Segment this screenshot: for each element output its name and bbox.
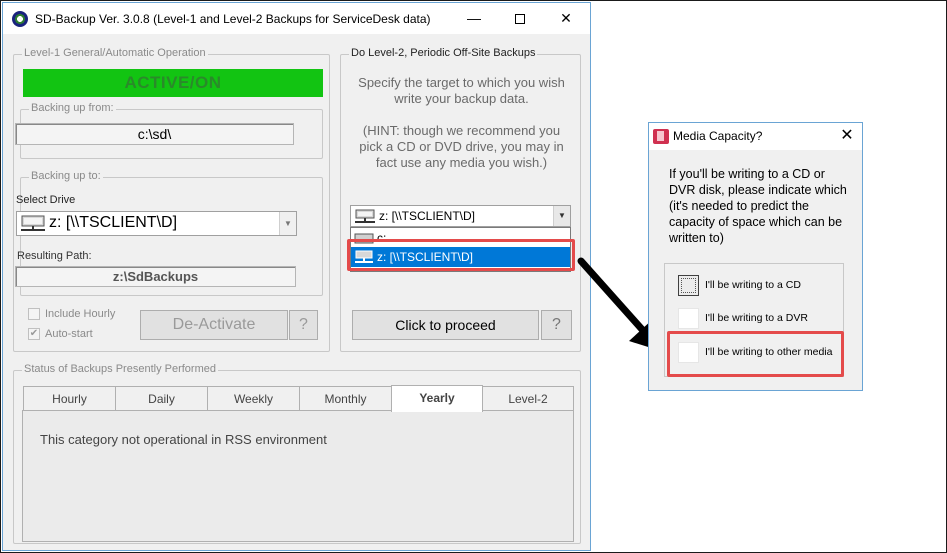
minimize-button[interactable]: — — [451, 3, 497, 34]
level2-hint: (HINT: though we recommend you pick a CD… — [359, 123, 564, 170]
annotation-highlight-box — [347, 239, 575, 271]
title-bar[interactable]: SD-Backup Ver. 3.0.8 (Level-1 and Level-… — [3, 3, 590, 34]
dialog-instructions: If you'll be writing to a CD or DVR disk… — [669, 167, 847, 245]
level1-group-label: Level-1 General/Automatic Operation — [22, 47, 208, 59]
screenshot-frame: SD-Backup Ver. 3.0.8 (Level-1 and Level-… — [0, 0, 947, 553]
proceed-button[interactable]: Click to proceed — [352, 310, 539, 340]
maximize-button[interactable] — [497, 3, 543, 34]
level2-drive-select[interactable]: z: [\\TSCLIENT\D] ▼ — [350, 205, 571, 227]
status-message: This category not operational in RSS env… — [40, 432, 327, 447]
selected-drive-value: z: [\\TSCLIENT\D] — [49, 214, 178, 231]
deactivate-button[interactable]: De-Activate — [140, 310, 288, 340]
select-drive-label: Select Drive — [16, 194, 76, 206]
status-group-label: Status of Backups Presently Performed — [22, 363, 218, 375]
level2-help-button[interactable]: ? — [541, 310, 572, 340]
check-icon[interactable]: ✔ — [28, 328, 40, 341]
include-hourly-checkbox[interactable]: Include Hourly — [28, 308, 115, 324]
tab-monthly[interactable]: Monthly — [299, 386, 392, 411]
checkbox-box[interactable] — [28, 308, 40, 321]
auto-start-checkbox[interactable]: ✔ Auto-start — [28, 328, 93, 344]
network-drive-icon — [21, 215, 45, 231]
include-hourly-label: Include Hourly — [45, 308, 116, 320]
annotation-highlight-box — [667, 331, 844, 377]
auto-start-label: Auto-start — [45, 328, 93, 340]
maximize-icon — [515, 14, 525, 25]
chevron-down-icon[interactable]: ▼ — [279, 212, 296, 235]
dialog-title-bar[interactable]: Media Capacity? ✕ — [649, 123, 862, 150]
option-dvr[interactable]: I'll be writing to a DVR — [678, 308, 848, 330]
status-badge: ACTIVE/ON — [23, 69, 323, 97]
window-title: SD-Backup Ver. 3.0.8 (Level-1 and Level-… — [35, 12, 431, 26]
chevron-down-icon[interactable]: ▼ — [553, 206, 570, 226]
option-dvr-button[interactable] — [678, 308, 699, 329]
option-cd[interactable]: I'll be writing to a CD — [678, 275, 848, 297]
disk-icon — [653, 129, 669, 144]
backing-up-from-label: Backing up from: — [29, 102, 116, 114]
tab-hourly[interactable]: Hourly — [23, 386, 116, 411]
dialog-close-button[interactable]: ✕ — [837, 126, 857, 146]
tab-panel: This category not operational in RSS env… — [22, 410, 574, 542]
network-drive-icon — [355, 209, 375, 223]
drive-select[interactable]: z: [\\TSCLIENT\D] ▼ — [16, 211, 297, 236]
level2-group-label: Do Level-2, Periodic Off-Site Backups — [349, 47, 538, 59]
resulting-path-field: z:\SdBackups — [15, 266, 296, 287]
backing-up-to-label: Backing up to: — [29, 170, 103, 182]
resulting-path-label: Resulting Path: — [17, 250, 92, 262]
level2-selected-drive: z: [\\TSCLIENT\D] — [379, 209, 476, 223]
app-icon — [12, 11, 28, 27]
option-dvr-label: I'll be writing to a DVR — [705, 312, 808, 324]
level1-help-button[interactable]: ? — [289, 310, 318, 340]
dialog-title: Media Capacity? — [673, 129, 763, 143]
source-path-field: c:\sd\ — [15, 123, 294, 145]
level2-instructions: Specify the target to which you wish wri… — [358, 75, 565, 106]
tab-daily[interactable]: Daily — [115, 386, 208, 411]
option-cd-label: I'll be writing to a CD — [705, 279, 801, 291]
tab-level-2[interactable]: Level-2 — [482, 386, 574, 411]
option-cd-button[interactable] — [678, 275, 699, 296]
tab-yearly[interactable]: Yearly — [391, 385, 483, 412]
tab-weekly[interactable]: Weekly — [207, 386, 300, 411]
close-button[interactable]: ✕ — [543, 3, 589, 34]
